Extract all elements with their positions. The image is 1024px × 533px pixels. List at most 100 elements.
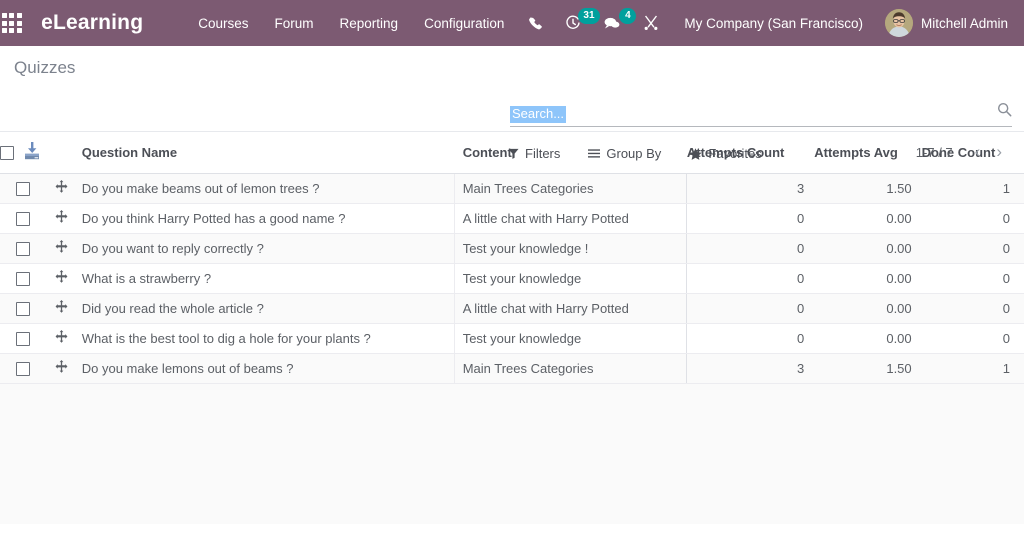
row-checkbox[interactable] xyxy=(15,361,30,376)
row-drag-cell[interactable] xyxy=(45,233,78,264)
row-checkbox[interactable] xyxy=(15,331,30,346)
search-options: Filters Group By Favorites xyxy=(508,144,776,163)
phone-icon xyxy=(529,16,543,29)
cell-done-count[interactable]: 0 xyxy=(921,203,1024,234)
cell-question-name[interactable]: Do you make lemons out of beams ? xyxy=(77,353,455,384)
cell-attempts-count[interactable]: 0 xyxy=(686,293,815,324)
cell-attempts-count[interactable]: 3 xyxy=(686,173,815,204)
cell-done-count[interactable]: 1 xyxy=(921,353,1024,384)
company-switcher[interactable]: My Company (San Francisco) xyxy=(670,16,877,31)
filters-dropdown[interactable]: Filters xyxy=(508,144,574,163)
cell-attempts-avg[interactable]: 0.00 xyxy=(814,233,922,264)
table-row[interactable]: What is the best tool to dig a hole for … xyxy=(0,323,1024,354)
row-checkbox[interactable] xyxy=(15,271,30,286)
cell-done-count[interactable]: 0 xyxy=(921,263,1024,294)
cell-question-name[interactable]: Do you think Harry Potted has a good nam… xyxy=(77,203,455,234)
cell-attempts-avg[interactable]: 0.00 xyxy=(814,263,922,294)
menu-item-reporting[interactable]: Reporting xyxy=(327,3,412,44)
activities-button[interactable]: 31 xyxy=(554,0,600,46)
menu-item-configuration[interactable]: Configuration xyxy=(411,3,517,44)
control-panel: Quizzes Search... Filters Group By Favor… xyxy=(0,46,1024,161)
pager-next-button[interactable]: › xyxy=(988,143,1010,160)
row-drag-cell[interactable] xyxy=(45,293,78,324)
drag-handle-icon[interactable] xyxy=(55,330,68,346)
cell-attempts-count[interactable]: 0 xyxy=(686,203,815,234)
cell-attempts-count[interactable]: 0 xyxy=(686,233,815,264)
cell-done-count[interactable]: 0 xyxy=(921,233,1024,264)
drag-handle-icon[interactable] xyxy=(55,300,68,316)
cell-question-name[interactable]: What is a strawberry ? xyxy=(77,263,455,294)
table-row[interactable]: Do you make lemons out of beams ? Main Tr… xyxy=(0,353,1024,384)
row-select-cell[interactable] xyxy=(0,263,45,294)
quizzes-table: Question Name Content Attempts Count Att… xyxy=(0,132,1024,384)
cell-question-name[interactable]: Do you want to reply correctly ? xyxy=(77,233,455,264)
table-row[interactable]: Do you want to reply correctly ? Test you… xyxy=(0,233,1024,264)
cell-content[interactable]: Main Trees Categories xyxy=(454,353,687,384)
drag-handle-icon[interactable] xyxy=(55,240,68,256)
filters-label: Filters xyxy=(525,146,561,161)
cell-content[interactable]: Main Trees Categories xyxy=(454,173,687,204)
apps-menu-button[interactable] xyxy=(0,0,23,46)
cell-content[interactable]: Test your knowledge xyxy=(454,263,687,294)
row-drag-cell[interactable] xyxy=(45,173,78,204)
user-menu[interactable]: Mitchell Admin xyxy=(877,9,1014,37)
cell-attempts-avg[interactable]: 0.00 xyxy=(814,203,922,234)
row-checkbox[interactable] xyxy=(15,241,30,256)
search-input[interactable]: Search... xyxy=(510,106,567,123)
cell-question-name[interactable]: Did you read the whole article ? xyxy=(77,293,455,324)
developer-tools-icon xyxy=(644,15,658,30)
row-drag-cell[interactable] xyxy=(45,323,78,354)
row-select-cell[interactable] xyxy=(0,203,45,234)
cell-done-count[interactable]: 0 xyxy=(921,293,1024,324)
table-row[interactable]: Do you make beams out of lemon trees ? Ma… xyxy=(0,173,1024,204)
drag-handle-icon[interactable] xyxy=(55,270,68,286)
cell-content[interactable]: A little chat with Harry Potted xyxy=(454,203,687,234)
search-icon[interactable] xyxy=(997,102,1012,123)
row-checkbox[interactable] xyxy=(15,211,30,226)
row-checkbox[interactable] xyxy=(15,181,30,196)
table-row[interactable]: What is a strawberry ? Test your knowledg… xyxy=(0,263,1024,294)
table-row[interactable]: Did you read the whole article ? A little… xyxy=(0,293,1024,324)
drag-handle-icon[interactable] xyxy=(55,210,68,226)
row-drag-cell[interactable] xyxy=(45,203,78,234)
cell-done-count[interactable]: 0 xyxy=(921,323,1024,354)
groupby-dropdown[interactable]: Group By xyxy=(574,144,675,163)
cell-content[interactable]: Test your knowledge ! xyxy=(454,233,687,264)
drag-handle-icon[interactable] xyxy=(55,180,68,196)
cell-question-name[interactable]: Do you make beams out of lemon trees ? xyxy=(77,173,455,204)
drag-handle-icon[interactable] xyxy=(55,360,68,376)
menu-item-forum[interactable]: Forum xyxy=(262,3,327,44)
column-header-question-name[interactable]: Question Name xyxy=(77,132,455,174)
menu-item-courses[interactable]: Courses xyxy=(185,3,261,44)
cell-done-count[interactable]: 1 xyxy=(921,173,1024,204)
cell-question-name[interactable]: What is the best tool to dig a hole for … xyxy=(77,323,455,354)
cell-attempts-avg[interactable]: 0.00 xyxy=(814,323,922,354)
cell-attempts-avg[interactable]: 1.50 xyxy=(814,353,922,384)
favorites-dropdown[interactable]: Favorites xyxy=(675,144,775,163)
cell-attempts-avg[interactable]: 1.50 xyxy=(814,173,922,204)
phone-button[interactable] xyxy=(517,0,554,46)
row-select-cell[interactable] xyxy=(0,323,45,354)
column-header-attempts-avg[interactable]: Attempts Avg xyxy=(814,132,922,174)
row-select-cell[interactable] xyxy=(0,173,45,204)
search-view[interactable]: Search... xyxy=(510,102,1012,127)
row-drag-cell[interactable] xyxy=(45,353,78,384)
pager-previous-button[interactable]: ‹ xyxy=(967,143,989,160)
developer-tools-button[interactable] xyxy=(632,0,670,46)
row-select-cell[interactable] xyxy=(0,233,45,264)
row-select-cell[interactable] xyxy=(0,293,45,324)
cell-attempts-avg[interactable]: 0.00 xyxy=(814,293,922,324)
cell-content[interactable]: Test your knowledge xyxy=(454,323,687,354)
messages-button[interactable]: 4 xyxy=(592,0,637,46)
cell-attempts-count[interactable]: 0 xyxy=(686,323,815,354)
row-drag-cell[interactable] xyxy=(45,263,78,294)
row-checkbox[interactable] xyxy=(15,301,30,316)
row-select-cell[interactable] xyxy=(0,353,45,384)
app-brand-elearning[interactable]: eLearning xyxy=(41,11,143,35)
import-records-button[interactable] xyxy=(22,141,42,166)
select-all-checkbox[interactable] xyxy=(0,146,14,161)
cell-attempts-count[interactable]: 0 xyxy=(686,263,815,294)
table-row[interactable]: Do you think Harry Potted has a good nam… xyxy=(0,203,1024,234)
cell-attempts-count[interactable]: 3 xyxy=(686,353,815,384)
cell-content[interactable]: A little chat with Harry Potted xyxy=(454,293,687,324)
